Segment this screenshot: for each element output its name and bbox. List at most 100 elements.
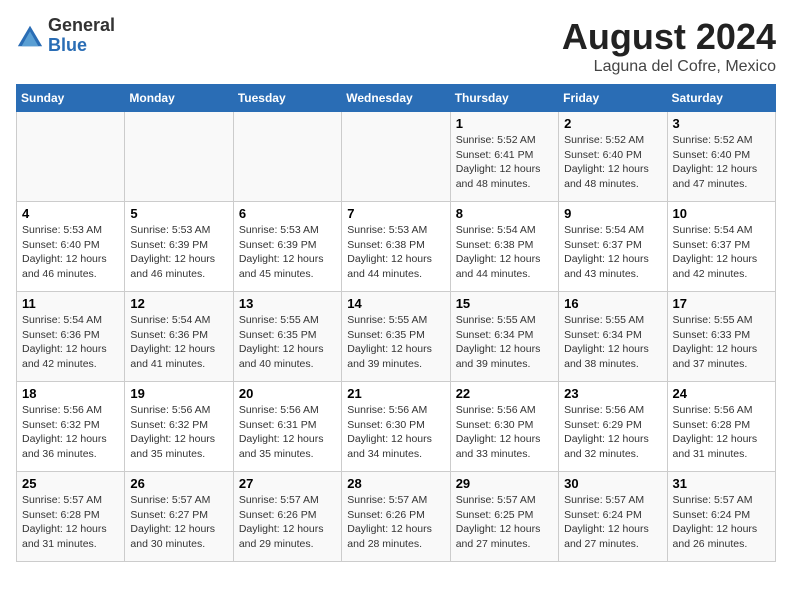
calendar-cell: 26 Sunrise: 5:57 AM Sunset: 6:27 PM Dayli… xyxy=(125,472,233,562)
calendar-cell: 19 Sunrise: 5:56 AM Sunset: 6:32 PM Dayli… xyxy=(125,382,233,472)
day-number: 31 xyxy=(673,476,770,491)
calendar-cell: 13 Sunrise: 5:55 AM Sunset: 6:35 PM Dayli… xyxy=(233,292,341,382)
day-number: 11 xyxy=(22,296,119,311)
header-cell-tuesday: Tuesday xyxy=(233,85,341,112)
day-info: Sunrise: 5:55 AM Sunset: 6:34 PM Dayligh… xyxy=(564,313,661,372)
day-info: Sunrise: 5:56 AM Sunset: 6:30 PM Dayligh… xyxy=(347,403,444,462)
day-info: Sunrise: 5:54 AM Sunset: 6:36 PM Dayligh… xyxy=(130,313,227,372)
day-info: Sunrise: 5:57 AM Sunset: 6:26 PM Dayligh… xyxy=(239,493,336,552)
calendar-cell: 4 Sunrise: 5:53 AM Sunset: 6:40 PM Daylig… xyxy=(17,202,125,292)
day-info: Sunrise: 5:56 AM Sunset: 6:31 PM Dayligh… xyxy=(239,403,336,462)
header-row: SundayMondayTuesdayWednesdayThursdayFrid… xyxy=(17,85,776,112)
day-info: Sunrise: 5:55 AM Sunset: 6:35 PM Dayligh… xyxy=(347,313,444,372)
day-number: 26 xyxy=(130,476,227,491)
day-number: 25 xyxy=(22,476,119,491)
day-info: Sunrise: 5:52 AM Sunset: 6:40 PM Dayligh… xyxy=(673,133,770,192)
calendar-week-row: 1Sunrise: 5:52 AM Sunset: 6:41 PM Daylig… xyxy=(17,112,776,202)
header-cell-thursday: Thursday xyxy=(450,85,558,112)
day-info: Sunrise: 5:55 AM Sunset: 6:33 PM Dayligh… xyxy=(673,313,770,372)
calendar-cell: 31 Sunrise: 5:57 AM Sunset: 6:24 PM Dayli… xyxy=(667,472,775,562)
day-number: 17 xyxy=(673,296,770,311)
day-number: 12 xyxy=(130,296,227,311)
day-number: 3 xyxy=(673,116,770,131)
day-number: 21 xyxy=(347,386,444,401)
main-title: August 2024 xyxy=(562,16,776,58)
calendar-cell: 16 Sunrise: 5:55 AM Sunset: 6:34 PM Dayli… xyxy=(559,292,667,382)
calendar-cell xyxy=(125,112,233,202)
calendar-cell: 18 Sunrise: 5:56 AM Sunset: 6:32 PM Dayli… xyxy=(17,382,125,472)
calendar-cell: 21 Sunrise: 5:56 AM Sunset: 6:30 PM Dayli… xyxy=(342,382,450,472)
day-info: Sunrise: 5:57 AM Sunset: 6:28 PM Dayligh… xyxy=(22,493,119,552)
day-number: 7 xyxy=(347,206,444,221)
day-number: 23 xyxy=(564,386,661,401)
day-number: 8 xyxy=(456,206,553,221)
day-info: Sunrise: 5:53 AM Sunset: 6:40 PM Dayligh… xyxy=(22,223,119,282)
day-number: 10 xyxy=(673,206,770,221)
day-number: 29 xyxy=(456,476,553,491)
day-info: Sunrise: 5:54 AM Sunset: 6:36 PM Dayligh… xyxy=(22,313,119,372)
day-number: 24 xyxy=(673,386,770,401)
day-info: Sunrise: 5:52 AM Sunset: 6:41 PM Dayligh… xyxy=(456,133,553,192)
calendar-cell xyxy=(17,112,125,202)
day-number: 30 xyxy=(564,476,661,491)
day-number: 22 xyxy=(456,386,553,401)
calendar-cell: 15Sunrise: 5:55 AM Sunset: 6:34 PM Dayli… xyxy=(450,292,558,382)
day-number: 28 xyxy=(347,476,444,491)
day-number: 14 xyxy=(347,296,444,311)
calendar-cell: 6Sunrise: 5:53 AM Sunset: 6:39 PM Daylig… xyxy=(233,202,341,292)
calendar-table: SundayMondayTuesdayWednesdayThursdayFrid… xyxy=(16,84,776,562)
calendar-cell: 8 Sunrise: 5:54 AM Sunset: 6:38 PM Daylig… xyxy=(450,202,558,292)
calendar-cell: 14 Sunrise: 5:55 AM Sunset: 6:35 PM Dayli… xyxy=(342,292,450,382)
calendar-cell: 27 Sunrise: 5:57 AM Sunset: 6:26 PM Dayli… xyxy=(233,472,341,562)
calendar-cell: 22 Sunrise: 5:56 AM Sunset: 6:30 PM Dayli… xyxy=(450,382,558,472)
day-number: 13 xyxy=(239,296,336,311)
calendar-cell: 1Sunrise: 5:52 AM Sunset: 6:41 PM Daylig… xyxy=(450,112,558,202)
day-number: 16 xyxy=(564,296,661,311)
day-info: Sunrise: 5:54 AM Sunset: 6:38 PM Dayligh… xyxy=(456,223,553,282)
logo: General Blue xyxy=(16,16,115,56)
calendar-cell: 30 Sunrise: 5:57 AM Sunset: 6:24 PM Dayli… xyxy=(559,472,667,562)
header-cell-saturday: Saturday xyxy=(667,85,775,112)
calendar-cell: 11 Sunrise: 5:54 AM Sunset: 6:36 PM Dayli… xyxy=(17,292,125,382)
calendar-week-row: 25 Sunrise: 5:57 AM Sunset: 6:28 PM Dayli… xyxy=(17,472,776,562)
day-number: 18 xyxy=(22,386,119,401)
day-number: 9 xyxy=(564,206,661,221)
calendar-cell: 20 Sunrise: 5:56 AM Sunset: 6:31 PM Dayli… xyxy=(233,382,341,472)
calendar-week-row: 4 Sunrise: 5:53 AM Sunset: 6:40 PM Daylig… xyxy=(17,202,776,292)
day-number: 20 xyxy=(239,386,336,401)
day-info: Sunrise: 5:53 AM Sunset: 6:38 PM Dayligh… xyxy=(347,223,444,282)
calendar-cell: 2 Sunrise: 5:52 AM Sunset: 6:40 PM Daylig… xyxy=(559,112,667,202)
calendar-cell xyxy=(342,112,450,202)
day-info: Sunrise: 5:55 AM Sunset: 6:35 PM Dayligh… xyxy=(239,313,336,372)
calendar-cell: 28 Sunrise: 5:57 AM Sunset: 6:26 PM Dayli… xyxy=(342,472,450,562)
day-info: Sunrise: 5:57 AM Sunset: 6:25 PM Dayligh… xyxy=(456,493,553,552)
calendar-cell: 24 Sunrise: 5:56 AM Sunset: 6:28 PM Dayli… xyxy=(667,382,775,472)
day-number: 5 xyxy=(130,206,227,221)
calendar-cell: 7 Sunrise: 5:53 AM Sunset: 6:38 PM Daylig… xyxy=(342,202,450,292)
header-cell-sunday: Sunday xyxy=(17,85,125,112)
calendar-cell: 5Sunrise: 5:53 AM Sunset: 6:39 PM Daylig… xyxy=(125,202,233,292)
day-info: Sunrise: 5:56 AM Sunset: 6:32 PM Dayligh… xyxy=(130,403,227,462)
day-info: Sunrise: 5:56 AM Sunset: 6:32 PM Dayligh… xyxy=(22,403,119,462)
day-number: 19 xyxy=(130,386,227,401)
day-number: 2 xyxy=(564,116,661,131)
calendar-cell: 9Sunrise: 5:54 AM Sunset: 6:37 PM Daylig… xyxy=(559,202,667,292)
header-cell-wednesday: Wednesday xyxy=(342,85,450,112)
day-info: Sunrise: 5:57 AM Sunset: 6:24 PM Dayligh… xyxy=(673,493,770,552)
header-cell-friday: Friday xyxy=(559,85,667,112)
day-number: 27 xyxy=(239,476,336,491)
day-info: Sunrise: 5:57 AM Sunset: 6:26 PM Dayligh… xyxy=(347,493,444,552)
day-number: 4 xyxy=(22,206,119,221)
day-info: Sunrise: 5:56 AM Sunset: 6:28 PM Dayligh… xyxy=(673,403,770,462)
day-info: Sunrise: 5:57 AM Sunset: 6:27 PM Dayligh… xyxy=(130,493,227,552)
day-info: Sunrise: 5:57 AM Sunset: 6:24 PM Dayligh… xyxy=(564,493,661,552)
page-header: General Blue August 2024 Laguna del Cofr… xyxy=(16,16,776,76)
day-info: Sunrise: 5:55 AM Sunset: 6:34 PM Dayligh… xyxy=(456,313,553,372)
logo-blue-text: Blue xyxy=(48,36,115,56)
logo-icon xyxy=(16,22,44,50)
day-info: Sunrise: 5:52 AM Sunset: 6:40 PM Dayligh… xyxy=(564,133,661,192)
day-number: 6 xyxy=(239,206,336,221)
day-info: Sunrise: 5:56 AM Sunset: 6:30 PM Dayligh… xyxy=(456,403,553,462)
calendar-cell xyxy=(233,112,341,202)
calendar-week-row: 18 Sunrise: 5:56 AM Sunset: 6:32 PM Dayli… xyxy=(17,382,776,472)
